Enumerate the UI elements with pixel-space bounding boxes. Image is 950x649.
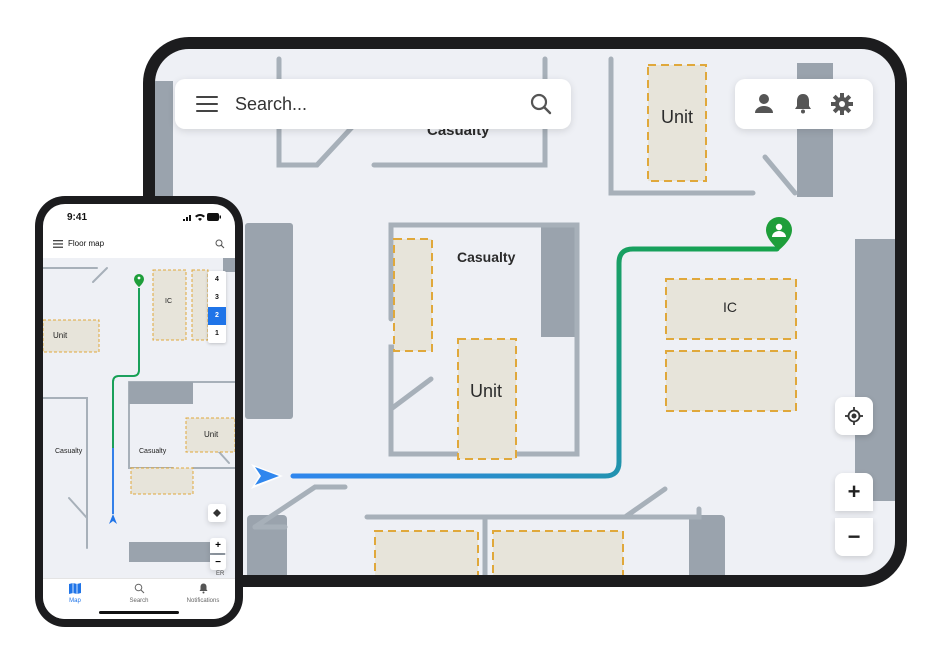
tab-notifications-label: Notifications xyxy=(186,598,220,604)
phone-room-label-casualty-center: Casualty xyxy=(139,448,167,455)
phone-wall-block xyxy=(129,382,193,404)
phone-location-pin-icon[interactable] xyxy=(134,274,144,287)
phone-room-unit-left xyxy=(43,319,100,353)
phone-wall-block xyxy=(223,258,235,272)
phone-device: 9:41 Floor map IC Unit Casualty Casualty… xyxy=(35,196,243,627)
gear-icon[interactable] xyxy=(830,92,854,121)
floor-1[interactable]: 1 xyxy=(208,325,226,343)
tablet-map-screen[interactable]: Unit Casualty Casualty Unit IC Search...… xyxy=(155,49,895,575)
phone-zoom-in-button[interactable]: + xyxy=(210,538,226,553)
room-left-center xyxy=(393,238,433,352)
tab-map[interactable]: Map xyxy=(43,583,107,604)
user-icon[interactable] xyxy=(753,92,775,119)
location-pin-icon[interactable] xyxy=(766,217,792,250)
wall-block xyxy=(247,515,287,575)
phone-room-bottom xyxy=(130,467,194,495)
wall-block xyxy=(689,515,725,575)
wall-block xyxy=(245,223,293,419)
phone-room-label-unit-left: Unit xyxy=(53,331,68,340)
locate-button[interactable] xyxy=(835,397,873,435)
navigation-arrow-icon xyxy=(251,464,283,489)
phone-room-label-er: ER xyxy=(216,571,225,577)
phone-locate-button[interactable] xyxy=(208,504,226,522)
room-label-unit-top: Unit xyxy=(661,107,694,127)
room-below-ic xyxy=(665,350,797,412)
floor-4[interactable]: 4 xyxy=(208,271,226,289)
app-bar: Floor map xyxy=(43,230,235,258)
zoom-out-label: − xyxy=(847,524,861,549)
floor-3[interactable]: 3 xyxy=(208,289,226,307)
wall-block xyxy=(855,239,895,501)
search-bar xyxy=(175,79,571,129)
tablet-device: Unit Casualty Casualty Unit IC Search...… xyxy=(143,37,907,587)
locate-icon xyxy=(845,407,863,425)
phone-room-ic xyxy=(152,269,187,341)
app-title: Floor map xyxy=(68,239,105,248)
room-label-unit-center: Unit xyxy=(470,381,503,401)
tab-notifications[interactable]: Notifications xyxy=(171,583,235,604)
phone-screen: 9:41 Floor map IC Unit Casualty Casualty… xyxy=(43,204,235,619)
search-icon[interactable] xyxy=(529,92,553,121)
phone-zoom-in-label: + xyxy=(215,540,221,551)
bell-icon[interactable] xyxy=(792,92,814,119)
room-label-casualty-center: Casualty xyxy=(457,249,516,265)
phone-zoom-out-label: − xyxy=(215,557,221,568)
status-bar: 9:41 xyxy=(43,204,235,230)
phone-room-right-top xyxy=(191,269,209,341)
hamburger-menu-icon[interactable] xyxy=(53,240,63,248)
tab-map-label: Map xyxy=(69,598,81,604)
tab-search-label: Search xyxy=(129,598,149,604)
home-indicator xyxy=(99,611,179,614)
map-icon xyxy=(69,583,81,594)
floor-selector: 4 3 2 1 xyxy=(208,271,226,343)
battery-icon xyxy=(207,213,221,221)
status-time: 9:41 xyxy=(67,212,88,223)
zoom-in-label: + xyxy=(847,479,861,504)
floor-2[interactable]: 2 xyxy=(208,307,226,325)
phone-navigation-arrow-icon xyxy=(109,514,117,524)
phone-floor-map[interactable]: IC Unit Casualty Casualty Unit ER 4 3 2 … xyxy=(43,258,235,578)
hamburger-menu-icon[interactable] xyxy=(196,96,218,112)
phone-zoom-out-button[interactable]: − xyxy=(210,555,226,570)
search-icon[interactable] xyxy=(215,239,225,249)
top-actions xyxy=(735,79,873,129)
tab-search[interactable]: Search xyxy=(107,583,171,604)
wifi-icon xyxy=(195,214,205,221)
phone-room-label-casualty-left: Casualty xyxy=(55,448,83,455)
room-label-ic: IC xyxy=(723,299,737,315)
bell-icon xyxy=(199,583,207,594)
search-icon xyxy=(134,583,144,594)
search-input[interactable] xyxy=(233,92,517,116)
zoom-in-button[interactable]: + xyxy=(835,473,873,511)
signal-icon xyxy=(183,215,191,221)
rooms xyxy=(374,64,797,575)
room-bottom-right xyxy=(492,530,624,575)
room-bottom-left xyxy=(374,530,479,575)
locate-icon xyxy=(213,509,221,517)
phone-floor-plan[interactable] xyxy=(43,258,235,578)
phone-room-label-unit-right: Unit xyxy=(204,430,219,439)
zoom-out-button[interactable]: − xyxy=(835,518,873,556)
wall-block xyxy=(541,225,579,337)
phone-room-label-ic: IC xyxy=(165,298,172,305)
